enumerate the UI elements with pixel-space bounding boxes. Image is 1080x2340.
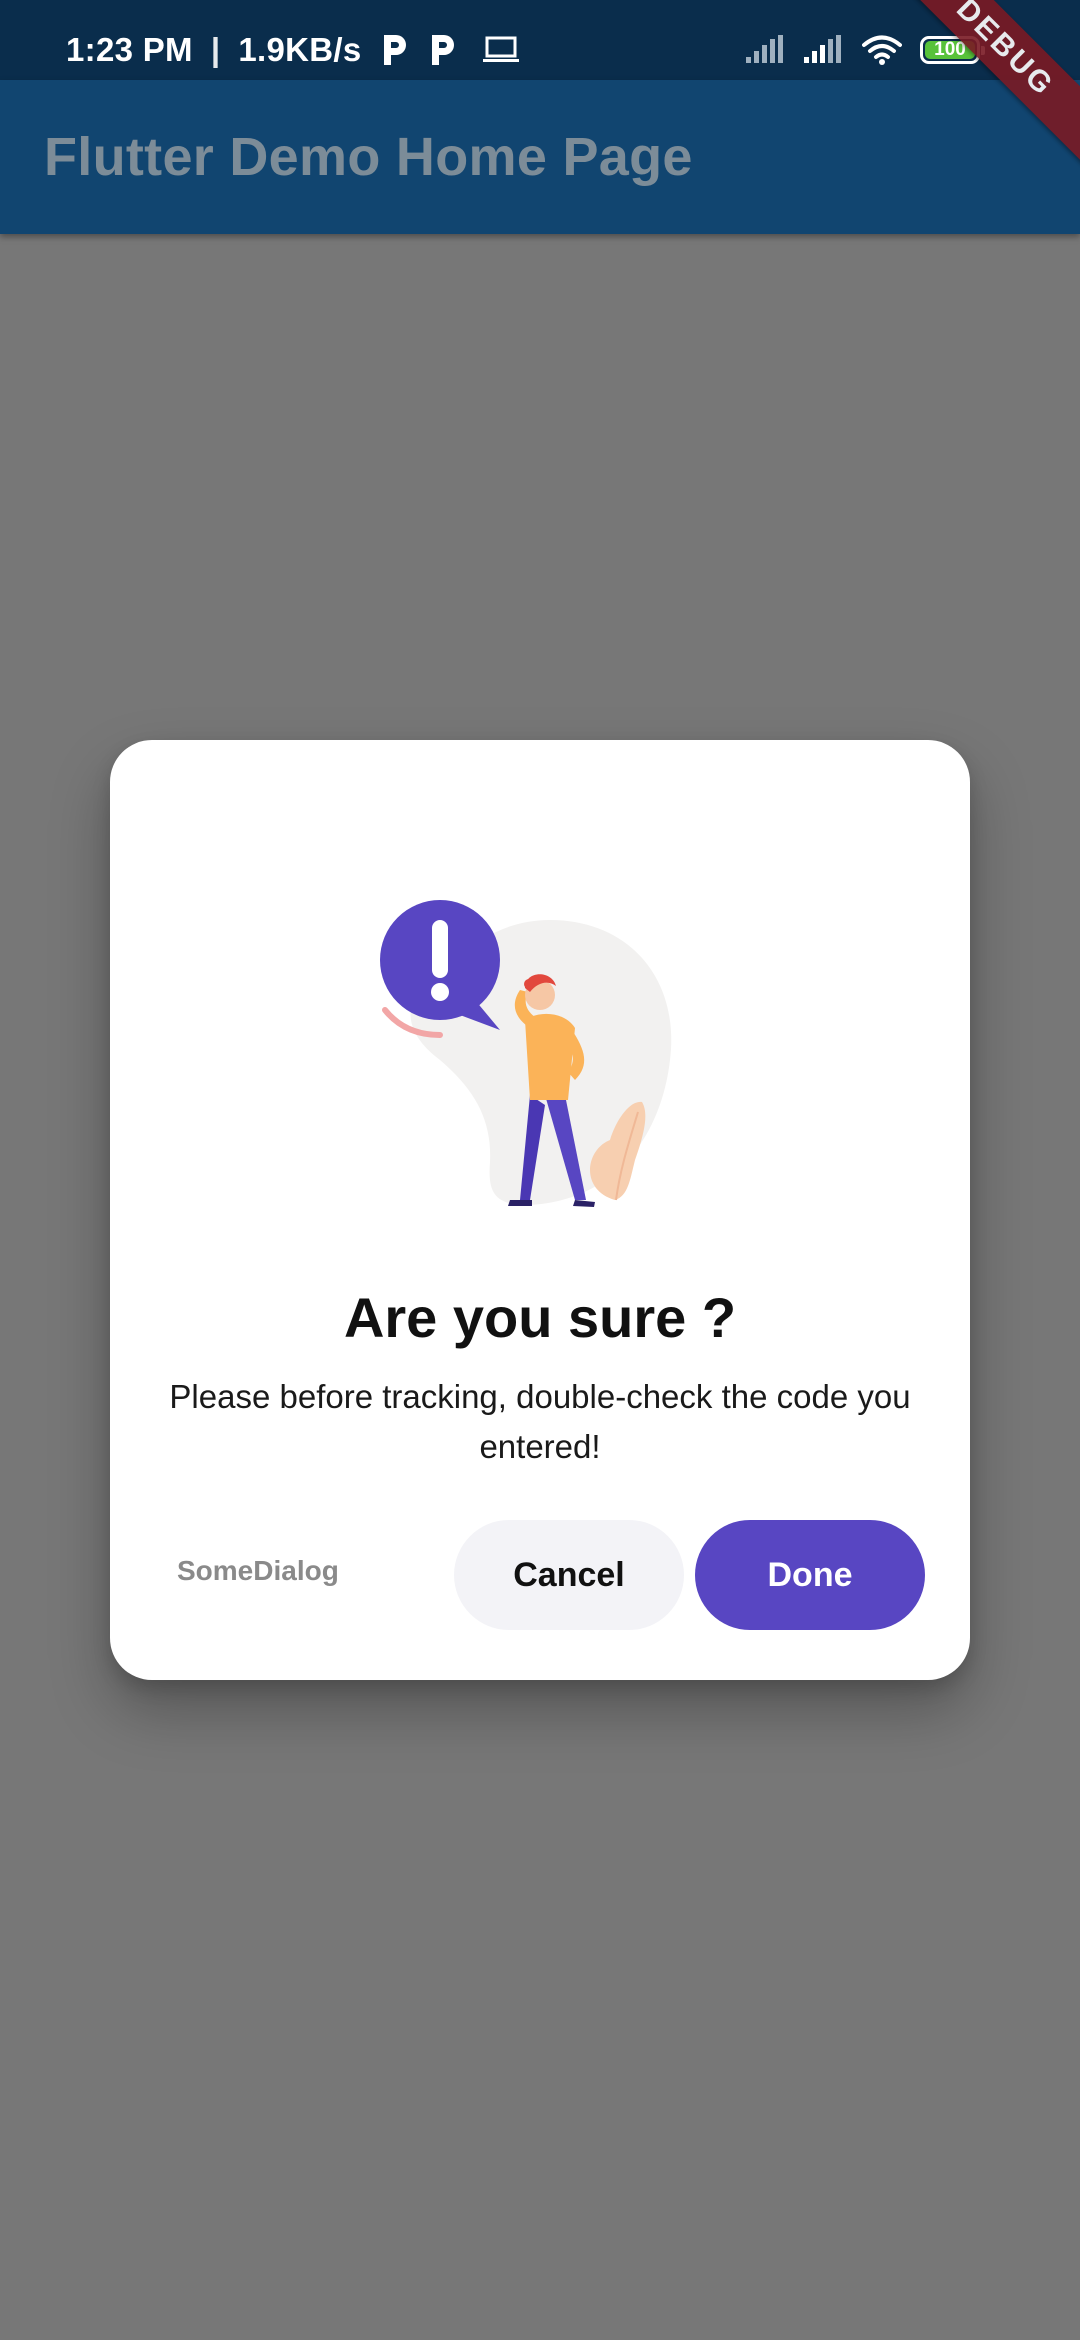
app-bar: Flutter Demo Home Page <box>0 80 1080 234</box>
cancel-button[interactable]: Cancel <box>454 1520 684 1630</box>
dialog-tag: SomeDialog <box>177 1555 339 1586</box>
wifi-icon <box>862 35 902 65</box>
status-right: 100 <box>744 30 985 70</box>
status-bar: 1:23 PM | 1.9KB/s 100 <box>0 0 1080 80</box>
confused-person-illustration <box>380 900 672 1207</box>
done-button[interactable]: Done <box>695 1520 925 1630</box>
confirmation-dialog: Are you sure ? Please before tracking, d… <box>110 740 970 1680</box>
p-icon <box>383 35 406 65</box>
dialog-title: Are you sure ? <box>343 1286 737 1349</box>
signal-icon <box>804 35 841 63</box>
p-icon <box>431 35 454 65</box>
status-separator: | <box>210 31 221 68</box>
dialog-message: Please before tracking, double-check the… <box>169 1378 911 1465</box>
page-title: Flutter Demo Home Page <box>44 127 693 187</box>
signal-icon <box>746 35 783 63</box>
status-time: 1:23 PM <box>66 31 193 68</box>
laptop-icon <box>482 36 519 62</box>
status-network-speed: 1.9KB/s <box>238 31 362 68</box>
